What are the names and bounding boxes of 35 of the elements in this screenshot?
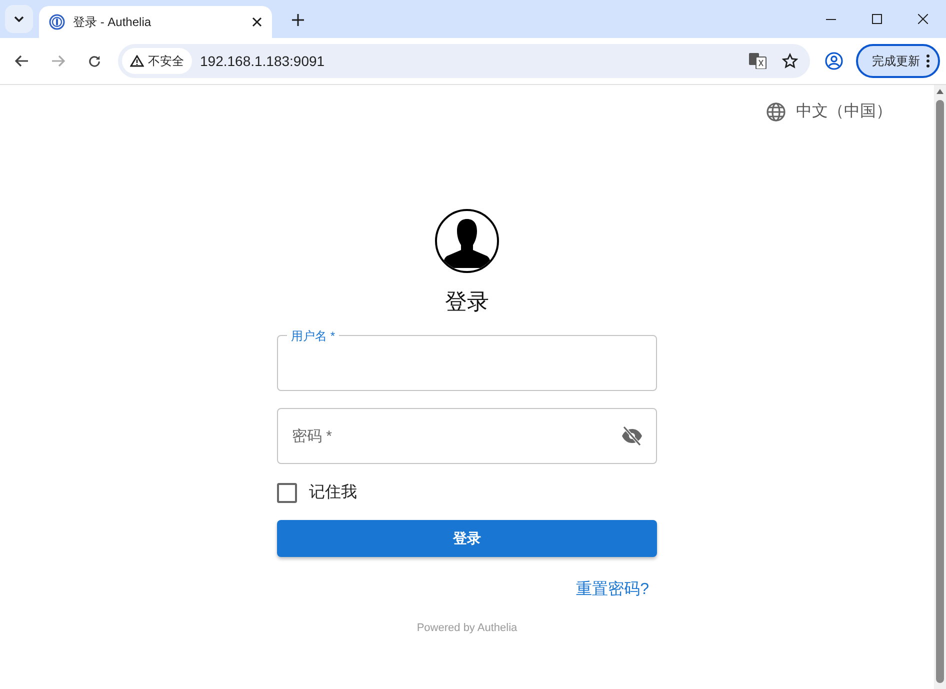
maximize-icon (872, 14, 882, 24)
remember-me-checkbox[interactable] (277, 482, 297, 502)
more-icon (926, 54, 930, 68)
eye-slash-icon[interactable] (621, 426, 643, 446)
address-text[interactable]: 192.168.1.183:9091 (200, 53, 742, 69)
security-indicator[interactable]: 不安全 (122, 48, 192, 74)
globe-icon (766, 102, 786, 122)
login-button[interactable]: 登录 (277, 520, 657, 557)
reload-icon (88, 54, 100, 68)
language-selector[interactable]: 中文（中国） (766, 101, 892, 122)
star-icon (782, 53, 798, 69)
tab-title: 登录 - Authelia (73, 14, 152, 30)
password-field[interactable]: 密码 * (277, 408, 657, 464)
warning-icon (130, 55, 144, 67)
chevron-down-icon (14, 16, 24, 22)
back-arrow-icon (15, 55, 29, 67)
user-avatar-icon (435, 209, 499, 273)
browser-tab[interactable]: 登录 - Authelia (39, 6, 272, 38)
remember-me-label: 记住我 (309, 482, 357, 503)
tab-list-button[interactable] (5, 5, 33, 33)
translate-icon (749, 53, 767, 69)
username-label: 用户名 * (287, 330, 340, 342)
minimize-icon (826, 18, 836, 20)
scroll-up-icon[interactable] (936, 88, 944, 96)
forward-arrow-icon (51, 55, 65, 67)
login-heading: 登录 (445, 288, 489, 316)
plus-icon (292, 14, 304, 26)
powered-by-text: Powered by Authelia (416, 622, 518, 634)
close-icon[interactable] (252, 17, 262, 27)
close-icon (918, 14, 928, 24)
update-button[interactable]: 完成更新 (856, 44, 940, 78)
reset-password-link[interactable]: 重置密码? (576, 579, 649, 600)
site-favicon-icon (49, 14, 65, 30)
scrollbar[interactable] (934, 85, 946, 689)
profile-icon (825, 52, 843, 70)
